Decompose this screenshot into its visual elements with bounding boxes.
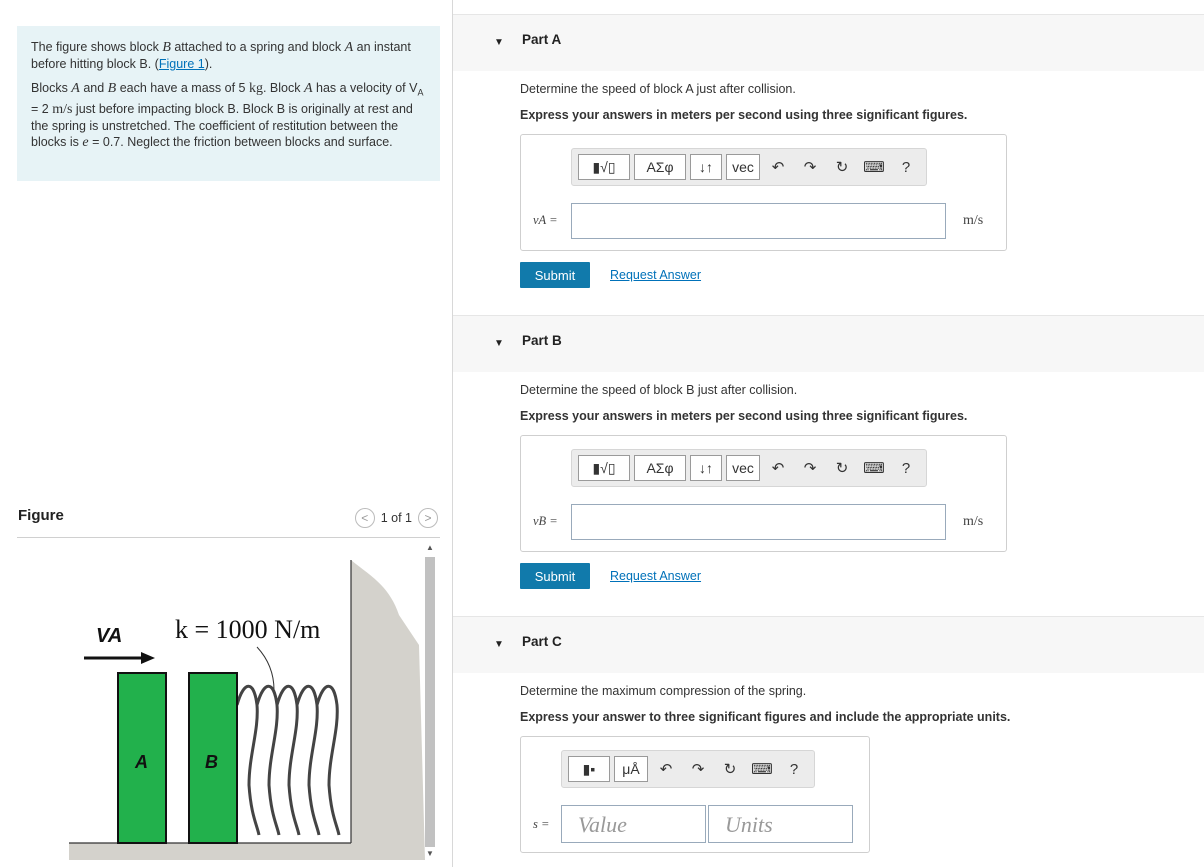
scroll-down-icon[interactable]: ▼ [426,849,434,858]
problem-statement: The figure shows block B attached to a s… [17,26,440,181]
keyboard-icon[interactable]: ⌨ [748,756,776,782]
greek-button[interactable]: ΑΣφ [634,455,686,481]
help-icon[interactable]: ? [892,455,920,481]
next-figure-button[interactable]: > [418,508,438,528]
units-input[interactable]: Units [708,805,853,843]
floor [69,843,369,860]
text: = 2 [31,101,53,116]
collapse-icon[interactable]: ▼ [494,338,504,349]
scroll-up-icon[interactable]: ▲ [426,543,434,552]
part-b-request-answer-link[interactable]: Request Answer [610,569,701,583]
greek-button[interactable]: ΑΣφ [634,154,686,180]
part-a-request-answer-link[interactable]: Request Answer [610,268,701,282]
math-a: A [344,40,354,55]
scroll-thumb[interactable] [425,557,435,847]
template-button[interactable]: ▮√▯ [578,455,630,481]
part-c-title: Part C [522,634,562,649]
part-c-header[interactable]: ▼ Part C [453,616,1204,673]
keyboard-icon[interactable]: ⌨ [860,154,888,180]
prev-figure-button[interactable]: < [354,508,375,528]
units-button[interactable]: μÅ [614,756,648,782]
text: The figure shows block [31,40,163,54]
block-b-label: B [205,752,218,772]
undo-icon[interactable]: ↶ [652,756,680,782]
part-a-answer-box: ▮√▯ ΑΣφ ↓↑ vec ↶ ↷ ↻ ⌨ ? vA = m/s [520,134,1007,251]
vec-button[interactable]: vec [726,455,760,481]
text: and [79,81,108,95]
figure-header: Figure < 1 of 1 > [17,506,440,538]
pager-count: 1 of 1 [380,511,412,525]
redo-icon[interactable]: ↷ [796,455,824,481]
part-a-title: Part A [522,32,562,47]
figure-pager: < 1 of 1 > [354,508,438,528]
keyboard-icon[interactable]: ⌨ [860,455,888,481]
math-toolbar: ▮√▯ ΑΣφ ↓↑ vec ↶ ↷ ↻ ⌨ ? [571,148,927,186]
help-icon[interactable]: ? [892,154,920,180]
part-a-submit-button[interactable]: Submit [520,262,590,288]
var-label: s = [533,817,550,831]
part-b-answer-box: ▮√▯ ΑΣφ ↓↑ vec ↶ ↷ ↻ ⌨ ? vB = m/s [520,435,1007,552]
units-toolbar: ▮▪ μÅ ↶ ↷ ↻ ⌨ ? [561,750,815,788]
left-panel: The figure shows block B attached to a s… [0,0,452,867]
collapse-icon[interactable]: ▼ [494,37,504,48]
text: attached to a spring and block [170,40,345,54]
vb-input[interactable] [571,504,946,540]
part-b-instruction: Express your answers in meters per secon… [520,409,968,423]
redo-icon[interactable]: ↷ [684,756,712,782]
part-b-question: Determine the speed of block B just afte… [520,383,798,397]
part-b-header[interactable]: ▼ Part B [453,315,1204,372]
var-label: vA = [533,213,558,227]
sort-button[interactable]: ↓↑ [690,154,722,180]
figure-scrollbar[interactable]: ▲ ▼ [423,543,437,863]
va-input[interactable] [571,203,946,239]
math-b: B [162,40,171,55]
part-b-submit-button[interactable]: Submit [520,563,590,589]
unit-ms: m/s [52,101,73,117]
right-panel: ▼ Part A Determine the speed of block A … [453,0,1204,867]
unit-label: m/s [963,213,984,228]
text: ). [204,57,213,71]
reset-icon[interactable]: ↻ [828,154,856,180]
k-label: k = 1000 N/m [175,615,320,644]
value-input[interactable]: Value [561,805,706,843]
part-c-instruction: Express your answer to three significant… [520,710,1011,724]
var-label: vB = [533,514,558,528]
text: = 0.7. Neglect the friction between bloc… [88,134,393,149]
unit-label: m/s [963,514,984,529]
math-toolbar: ▮√▯ ΑΣφ ↓↑ vec ↶ ↷ ↻ ⌨ ? [571,449,927,487]
template-button[interactable]: ▮▪ [568,756,610,782]
vec-button[interactable]: vec [726,154,760,180]
part-a-header[interactable]: ▼ Part A [453,14,1204,71]
va-label: VA [96,625,122,647]
unit-kg: kg [248,81,263,96]
sort-button[interactable]: ↓↑ [690,455,722,481]
block-a-label: A [134,752,148,772]
undo-icon[interactable]: ↶ [764,455,792,481]
collapse-icon[interactable]: ▼ [494,639,504,650]
reset-icon[interactable]: ↻ [716,756,744,782]
subscript: A [417,87,424,98]
text: has a velocity of V [312,81,418,95]
math-a: A [71,81,80,96]
problem-paragraph-1: The figure shows block B attached to a s… [31,39,426,72]
redo-icon[interactable]: ↷ [796,154,824,180]
problem-paragraph-2: Blocks A and B each have a mass of 5 kg.… [31,80,426,151]
reset-icon[interactable]: ↻ [828,455,856,481]
text: Blocks [31,81,72,95]
help-icon[interactable]: ? [780,756,808,782]
math-a: A [303,81,313,96]
figure-title: Figure [18,507,64,524]
part-a-instruction: Express your answers in meters per secon… [520,108,968,122]
math-b: B [107,81,117,96]
text: . Block [262,81,304,95]
part-b-title: Part B [522,333,562,348]
part-c-answer-box: ▮▪ μÅ ↶ ↷ ↻ ⌨ ? s = Value Units [520,736,870,853]
undo-icon[interactable]: ↶ [764,154,792,180]
text: each have a mass of 5 [116,81,249,95]
figure-link[interactable]: Figure 1 [159,57,205,71]
figure-image: VA k = 1000 N/m A B [69,555,425,860]
part-c-question: Determine the maximum compression of the… [520,684,807,698]
template-button[interactable]: ▮√▯ [578,154,630,180]
part-a-question: Determine the speed of block A just afte… [520,82,796,96]
